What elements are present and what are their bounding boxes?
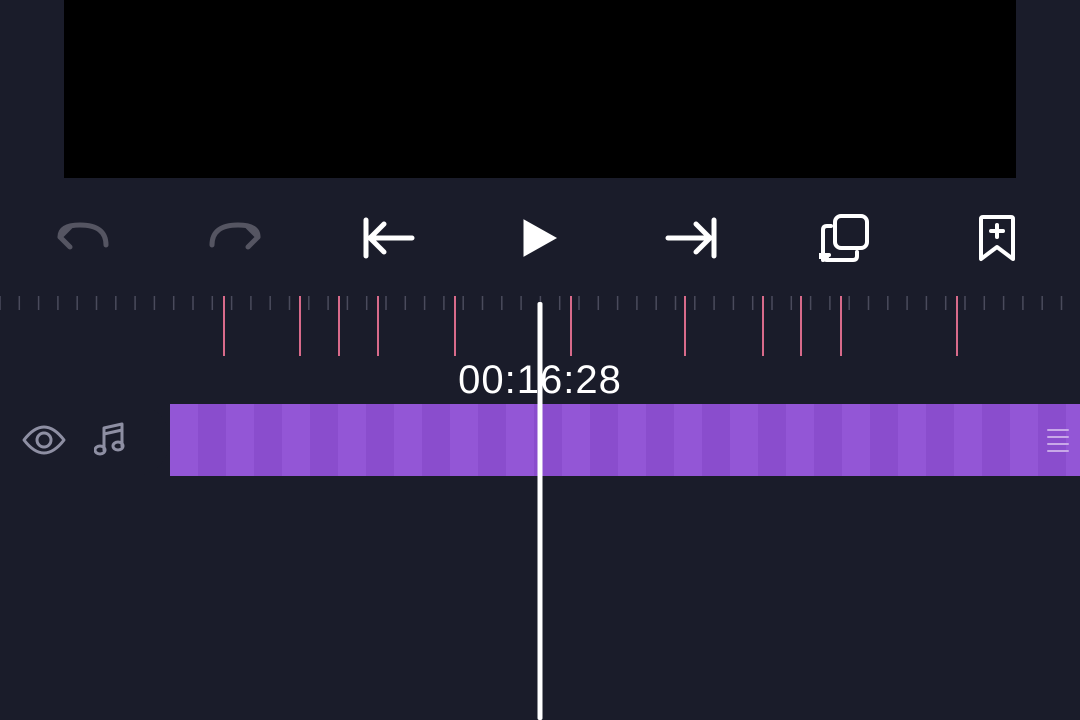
playhead[interactable]: [538, 302, 543, 720]
play-button[interactable]: [505, 203, 575, 273]
skip-to-end-button[interactable]: [657, 203, 727, 273]
video-preview-area[interactable]: [64, 0, 1016, 178]
duplicate-button[interactable]: [810, 203, 880, 273]
undo-button[interactable]: [48, 203, 118, 273]
clip-resize-handle[interactable]: [1044, 422, 1072, 458]
visibility-toggle-icon[interactable]: [22, 425, 66, 455]
track-header: [0, 404, 170, 476]
redo-button[interactable]: [200, 203, 270, 273]
editor-toolbar: [0, 196, 1080, 280]
music-icon[interactable]: [94, 422, 126, 458]
audio-clip[interactable]: [170, 404, 1080, 476]
skip-to-start-button[interactable]: [353, 203, 423, 273]
add-bookmark-button[interactable]: [962, 203, 1032, 273]
